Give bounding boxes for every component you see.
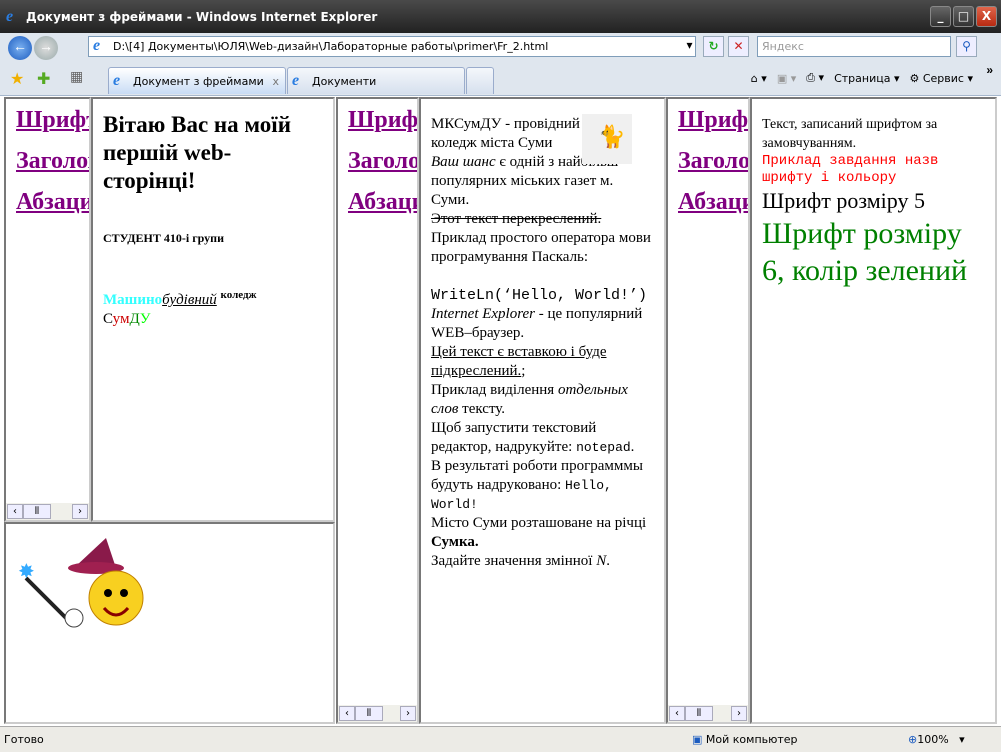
- navigation-bar: ← → e D:\[4] Документы\ЮЛЯ\Web-дизайн\Лаб…: [0, 33, 1001, 63]
- frame-welcome: Вітаю Вас на моїй першій web-сторінці! С…: [91, 97, 335, 522]
- close-button[interactable]: X: [976, 6, 997, 27]
- horizontal-scrollbar[interactable]: ‹ ⦀ ›: [6, 503, 89, 520]
- address-text: D:\[4] Документы\ЮЛЯ\Web-дизайн\Лаборато…: [113, 40, 549, 53]
- favorites-star-icon[interactable]: ★: [10, 69, 24, 89]
- tab-documents[interactable]: e Документи: [287, 67, 465, 94]
- student-text: СТУДЕНТ 410-і групи: [103, 231, 224, 245]
- scroll-left-icon: ‹: [669, 706, 685, 721]
- welcome-heading: Вітаю Вас на моїй першій web-сторінці!: [103, 112, 291, 193]
- link-fonts[interactable]: Шрифти: [678, 107, 748, 134]
- minimize-button[interactable]: _: [930, 6, 951, 27]
- add-favorites-icon[interactable]: ✚: [37, 69, 50, 89]
- title-bar: e Документ з фреймами - Windows Internet…: [0, 0, 1001, 33]
- selection-text: Приклад виділення отдельных слов тексту.: [431, 382, 628, 417]
- default-font-text: Текст, записаний шрифтом за замовчування…: [762, 117, 938, 151]
- college-text: Машинобудівний коледж СумДУ: [103, 289, 257, 327]
- frame-nav-middle: Шрифти Заголовки Абзаци ‹⦀ ›: [336, 97, 419, 724]
- forward-button[interactable]: →: [34, 36, 58, 60]
- quick-tabs-icon[interactable]: ▦: [70, 69, 83, 86]
- link-headings[interactable]: Заголовки: [348, 148, 417, 175]
- page-menu[interactable]: Страница ▾: [834, 72, 899, 85]
- variable-text: Задайте значення змінної N.: [431, 553, 610, 569]
- inserted-text: Цей текст є вставкою і буде підкреслений…: [431, 344, 607, 379]
- search-input[interactable]: Яндекс: [757, 36, 951, 57]
- link-paragraphs[interactable]: Абзаци: [16, 189, 89, 216]
- frame-text-formatting: 🐈 МКСумДУ - провідний коледж міста Суми …: [419, 97, 666, 724]
- page-icon: e: [93, 37, 101, 54]
- home-icon[interactable]: ⌂ ▾: [751, 72, 767, 85]
- computer-icon: ▣: [692, 733, 703, 746]
- link-paragraphs[interactable]: Абзаци: [348, 189, 417, 216]
- scroll-left-icon: ‹: [339, 706, 355, 721]
- search-button[interactable]: ⚲: [956, 36, 977, 57]
- tab-ie-icon: e: [113, 72, 121, 89]
- scroll-right-icon: ›: [72, 504, 88, 519]
- link-fonts[interactable]: Шрифти: [16, 107, 89, 134]
- tab-close-icon[interactable]: x: [272, 75, 279, 88]
- horizontal-scrollbar[interactable]: ‹ ⦀ ›: [338, 705, 417, 722]
- back-button[interactable]: ←: [8, 36, 32, 60]
- link-headings[interactable]: Заголовки: [678, 148, 748, 175]
- scroll-thumb: ⦀: [23, 504, 51, 519]
- address-dropdown-icon[interactable]: ▾: [679, 36, 700, 57]
- tab-bar: ★ ✚ ▦ e Документ з фреймами x e Документи ⌂…: [0, 63, 1001, 96]
- scroll-thumb: ⦀: [355, 706, 383, 721]
- zoom-icon: ⊕: [908, 733, 918, 746]
- frame-fonts: Текст, записаний шрифтом за замовчування…: [750, 97, 997, 724]
- stop-button[interactable]: ✕: [728, 36, 749, 57]
- frame-nav-right: Шрифти Заголовки Абзаци ‹⦀ ›: [666, 97, 750, 724]
- run-text: Щоб запустити текстовий редактор, надрук…: [431, 420, 635, 455]
- size6-text: Шрифт розміру 6, колір зелений: [762, 217, 968, 287]
- window-title: Документ з фреймами - Windows Internet E…: [26, 9, 378, 24]
- pascal-text: Приклад простого оператора мови програму…: [431, 230, 651, 265]
- scroll-right-icon: ›: [400, 706, 416, 721]
- red-font-text: Приклад завдання назв шрифту і кольору: [762, 153, 939, 186]
- more-toolbar-icon[interactable]: »: [986, 63, 993, 77]
- link-fonts[interactable]: Шрифти: [348, 107, 417, 134]
- maximize-button[interactable]: □: [953, 6, 974, 27]
- refresh-button[interactable]: ↻: [703, 36, 724, 57]
- frame-image: ✸: [4, 522, 335, 724]
- scroll-right-icon: ›: [731, 706, 747, 721]
- ie-logo-icon: e: [6, 7, 14, 25]
- horizontal-scrollbar[interactable]: ‹ ⦀ ›: [668, 705, 748, 722]
- size5-text: Шрифт розміру 5: [762, 188, 925, 213]
- zoom-control[interactable]: ⊕100% ▾: [908, 733, 965, 746]
- scroll-left-icon: ‹: [7, 504, 23, 519]
- city-text: Місто Суми розташоване на річці Сумка.: [431, 515, 647, 550]
- tab-label: Документи: [312, 74, 377, 88]
- cat-image: 🐈: [582, 114, 632, 164]
- tab-frames-document[interactable]: e Документ з фреймами x: [108, 67, 286, 94]
- result-text: В результаті роботи программмы будуть на…: [431, 458, 643, 512]
- link-paragraphs[interactable]: Абзаци: [678, 189, 748, 216]
- code-text: WriteLn(‘Hello, World!’): [431, 287, 648, 304]
- tab-label: Документ з фреймами: [133, 74, 264, 88]
- address-bar[interactable]: e D:\[4] Документы\ЮЛЯ\Web-дизайн\Лаборат…: [88, 36, 696, 57]
- service-menu[interactable]: ⚙ Сервис ▾: [909, 72, 973, 85]
- tab-ie-icon: e: [292, 72, 300, 89]
- ie-text: Internet Explorer - це популярний WEB–бр…: [431, 306, 643, 341]
- feeds-icon[interactable]: ▣ ▾: [777, 72, 796, 85]
- print-icon[interactable]: ⎙ ▾: [806, 71, 824, 85]
- link-headings[interactable]: Заголовки: [16, 148, 89, 175]
- strike-text: Этот текст перекреслений.: [431, 211, 602, 227]
- frame-nav-left: Шрифти Заголовки Абзаци ‹⦀ ›: [4, 97, 91, 522]
- zone-indicator: ▣ Мой компьютер: [692, 733, 798, 746]
- intro-text: МКСумДУ - провідний коледж міста Суми: [431, 116, 580, 151]
- scroll-thumb: ⦀: [685, 706, 713, 721]
- svg-text:✸: ✸: [18, 561, 35, 583]
- wizard-smiley-image: ✸: [18, 538, 144, 628]
- status-text: Готово: [4, 733, 44, 746]
- new-tab-button[interactable]: [466, 67, 494, 94]
- status-bar: Готово ▣ Мой компьютер ⊕100% ▾: [0, 726, 1001, 752]
